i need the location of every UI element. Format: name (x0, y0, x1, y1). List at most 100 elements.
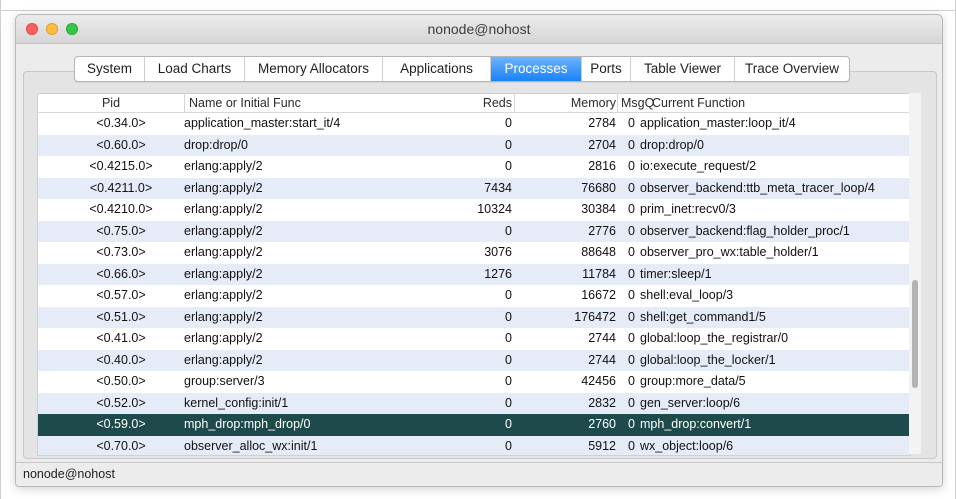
tab-ports[interactable]: Ports (582, 57, 631, 81)
pid-cell: <0.57.0> (96, 288, 146, 302)
tab-load-charts[interactable]: Load Charts (145, 57, 245, 81)
msgq-cell: 0 (628, 137, 635, 152)
reds-cell: 0 (505, 223, 512, 238)
table-body: <0.34.0> application_master:start_it/4 0 27… (38, 113, 910, 455)
reds-cell: 0 (505, 137, 512, 152)
pid-cell: <0.4210.0> (89, 202, 153, 216)
tab-bar: System Load Charts Memory Allocators App… (74, 56, 850, 82)
current-function-cell: timer:sleep/1 (640, 266, 712, 281)
reds-cell: 1276 (484, 266, 512, 281)
reds-cell: 7434 (484, 180, 512, 195)
table-row[interactable]: <0.4211.0> erlang:apply/2 7434 76680 0 observ… (38, 177, 910, 199)
tab-table-viewer[interactable]: Table Viewer (631, 57, 735, 81)
current-function-cell: prim_inet:recv0/3 (640, 202, 736, 216)
msgq-cell: 0 (628, 223, 635, 238)
reds-cell: 3076 (484, 245, 512, 259)
table-row[interactable]: <0.50.0> group:server/3 0 42456 0 group:more_… (38, 371, 910, 393)
tab-trace-overview[interactable]: Trace Overview (735, 57, 849, 81)
reds-cell: 0 (505, 331, 512, 345)
table-row[interactable]: <0.57.0> erlang:apply/2 0 16672 0 shell:eval_… (38, 285, 910, 307)
msgq-cell: 0 (628, 309, 635, 324)
current-function-cell: group:more_data/5 (640, 374, 746, 388)
table-row-selected[interactable]: <0.59.0> mph_drop:mph_drop/0 0 2760 0 mph_dro… (38, 414, 910, 436)
msgq-cell: 0 (628, 180, 635, 195)
tab-memory-allocators[interactable]: Memory Allocators (245, 57, 383, 81)
table-row[interactable]: <0.60.0> drop:drop/0 0 2704 0 drop:drop/0 (38, 134, 910, 156)
current-function-cell: global:loop_the_locker/1 (640, 352, 776, 367)
current-function-cell: io:execute_request/2 (640, 159, 757, 173)
table-header: Pid Name or Initial Func Reds Memory Msg… (38, 94, 910, 113)
current-function-cell: observer_pro_wx:table_holder/1 (640, 245, 819, 259)
window-title: nonode@nohost (427, 21, 531, 37)
column-header-pid[interactable]: Pid (38, 94, 184, 112)
table-row[interactable]: <0.4210.0> erlang:apply/2 10324 30384 0 prim_… (38, 199, 910, 221)
memory-cell: 5912 (588, 438, 616, 453)
memory-cell: 2832 (588, 395, 616, 410)
reds-cell: 0 (505, 159, 512, 173)
reds-cell: 0 (505, 438, 512, 453)
current-function-cell: shell:get_command1/5 (640, 309, 766, 324)
pid-cell: <0.41.0> (96, 331, 146, 345)
pid-cell: <0.51.0> (96, 309, 146, 324)
table-row[interactable]: <0.51.0> erlang:apply/2 0 176472 0 shell:get_… (38, 306, 910, 328)
table-row[interactable]: <0.52.0> kernel_config:init/1 0 2832 0 gen_se… (38, 392, 910, 414)
memory-cell: 2744 (588, 331, 616, 345)
memory-cell: 2760 (588, 417, 616, 431)
msgq-cell: 0 (628, 266, 635, 281)
tab-applications[interactable]: Applications (383, 57, 491, 81)
pid-cell: <0.4211.0> (89, 180, 153, 195)
msgq-cell: 0 (628, 417, 635, 431)
table-row[interactable]: <0.70.0> observer_alloc_wx:init/1 0 5912 0 wx… (38, 435, 910, 455)
column-header-memory[interactable]: Memory (514, 94, 616, 112)
memory-cell: 76680 (581, 180, 616, 195)
title-bar[interactable]: nonode@nohost (16, 15, 942, 44)
current-function-cell: observer_backend:flag_holder_proc/1 (640, 223, 850, 238)
memory-cell: 176472 (574, 309, 616, 324)
vertical-scrollbar[interactable] (909, 93, 921, 454)
pid-cell: <0.50.0> (96, 374, 146, 388)
column-header-msgq[interactable]: MsgQ (617, 94, 654, 112)
tab-system[interactable]: System (75, 57, 145, 81)
table-row[interactable]: <0.40.0> erlang:apply/2 0 2744 0 global:loop_… (38, 349, 910, 371)
memory-cell: 2784 (588, 116, 616, 130)
current-function-cell: shell:eval_loop/3 (640, 288, 734, 302)
status-node-name: nonode@nohost (23, 467, 115, 481)
current-function-cell: observer_backend:ttb_meta_tracer_loop/4 (640, 180, 875, 195)
pid-cell: <0.60.0> (96, 137, 146, 152)
column-header-current-function[interactable]: Current Function (650, 94, 910, 112)
table-row[interactable]: <0.66.0> erlang:apply/2 1276 11784 0 timer:sl… (38, 263, 910, 285)
table-row[interactable]: <0.75.0> erlang:apply/2 0 2776 0 observer_bac… (38, 220, 910, 242)
table-row[interactable]: <0.73.0> erlang:apply/2 3076 88648 0 observer… (38, 242, 910, 264)
memory-cell: 2744 (588, 352, 616, 367)
msgq-cell: 0 (628, 395, 635, 410)
msgq-cell: 0 (628, 288, 635, 302)
pid-cell: <0.52.0> (96, 395, 146, 410)
memory-cell: 2704 (588, 137, 616, 152)
msgq-cell: 0 (628, 245, 635, 259)
table-row[interactable]: <0.4215.0> erlang:apply/2 0 2816 0 io:execute… (38, 156, 910, 178)
memory-cell: 30384 (581, 202, 616, 216)
reds-cell: 0 (505, 309, 512, 324)
background-line (0, 10, 956, 11)
reds-cell: 0 (505, 116, 512, 130)
msgq-cell: 0 (628, 159, 635, 173)
table-row[interactable]: <0.34.0> application_master:start_it/4 0 27… (38, 113, 910, 135)
msgq-cell: 0 (628, 331, 635, 345)
pid-cell: <0.40.0> (96, 352, 146, 367)
observer-window: nonode@nohost System Load Charts Memory … (15, 14, 943, 487)
tab-processes[interactable]: Processes (491, 57, 582, 81)
status-bar: nonode@nohost (16, 462, 942, 486)
msgq-cell: 0 (628, 116, 635, 130)
current-function-cell: application_master:loop_it/4 (640, 116, 796, 130)
table-row[interactable]: <0.41.0> erlang:apply/2 0 2744 0 global:loop_… (38, 328, 910, 350)
reds-cell: 0 (505, 352, 512, 367)
pid-cell: <0.4215.0> (89, 159, 153, 173)
current-function-cell: drop:drop/0 (640, 137, 704, 152)
current-function-cell: global:loop_the_registrar/0 (640, 331, 789, 345)
column-header-reds[interactable]: Reds (338, 94, 512, 112)
memory-cell: 42456 (581, 374, 616, 388)
reds-cell: 0 (505, 417, 512, 431)
scrollbar-thumb[interactable] (912, 280, 918, 388)
msgq-cell: 0 (628, 202, 635, 216)
memory-cell: 11784 (582, 266, 616, 281)
